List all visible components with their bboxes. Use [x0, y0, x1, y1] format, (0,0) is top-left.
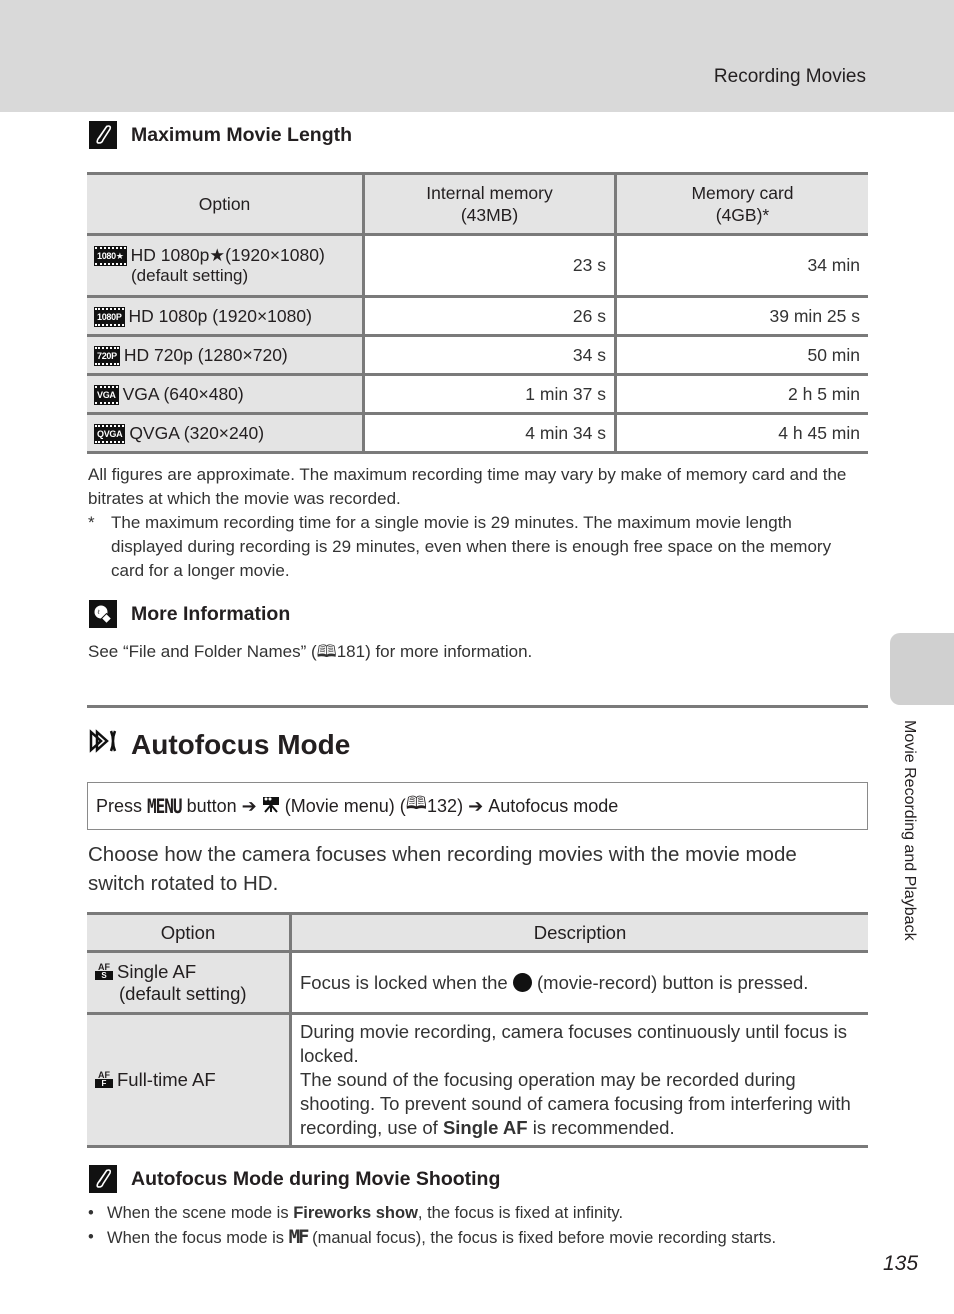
pencil-note-icon [89, 1165, 117, 1193]
table-header-row: Option Description [87, 912, 868, 953]
table-row: 1080★ HD 1080p★(1920×1080) (default setti… [87, 233, 868, 298]
book-icon: 🕮 [405, 793, 428, 813]
arrow-icon: ➔ [468, 795, 484, 816]
full-time-af-icon: AF F [95, 1071, 113, 1088]
internal-memory-value: 23 s [362, 233, 616, 298]
approximate-note: All figures are approximate. The maximum… [88, 465, 847, 508]
autofocus-table: Option Description AF S Single AF (default… [87, 912, 868, 1148]
header-description: Description [289, 912, 868, 953]
pencil-note-icon [89, 121, 117, 149]
af-movie-note-heading: Autofocus Mode during Movie Shooting [89, 1165, 500, 1193]
chapter-tab[interactable] [890, 633, 954, 705]
movie-camera-icon [262, 795, 280, 818]
menu-button-label: MENU [147, 794, 183, 818]
max-length-title: Maximum Movie Length [131, 123, 353, 146]
table-row: VGA VGA (640×480) 1 min 37 s 2 h 5 min [87, 373, 868, 415]
footnote-mark: * [88, 513, 95, 532]
lightbulb-icon: ℓ [89, 600, 117, 628]
svg-text:ℓ: ℓ [98, 609, 100, 616]
header-option: Option [87, 912, 291, 953]
option-cell: AF S Single AF (default setting) [87, 950, 291, 1015]
running-head: Recording Movies [713, 66, 866, 87]
footnote: * The maximum recording time for a singl… [88, 511, 868, 583]
table-row: 1080P HD 1080p (1920×1080) 26 s 39 min 25… [87, 295, 868, 337]
more-info-heading: ℓ More Information [89, 600, 290, 628]
internal-memory-value: 1 min 37 s [362, 373, 616, 415]
section-title: Autofocus Mode [89, 728, 350, 761]
internal-memory-value: 34 s [362, 334, 616, 376]
section-divider [87, 705, 868, 708]
page-number: 135 [883, 1252, 919, 1275]
autofocus-mode-icon [89, 728, 119, 761]
memory-card-value: 50 min [614, 334, 868, 376]
more-info-text: See “File and Folder Names” (🕮181) for m… [88, 642, 533, 661]
page-ref-link[interactable]: 181 [337, 642, 365, 661]
internal-memory-value: 4 min 34 s [362, 412, 616, 454]
option-cell: QVGA QVGA (320×240) [87, 412, 364, 454]
book-icon: 🕮 [316, 642, 337, 661]
page-ref-link[interactable]: 132 [427, 796, 457, 817]
af-movie-note-list: When the scene mode is Fireworks show, t… [88, 1202, 868, 1250]
movie-1080-star-icon: 1080★ [94, 246, 127, 266]
footnote-text: The maximum recording time for a single … [111, 513, 832, 580]
list-item: When the scene mode is Fireworks show, t… [88, 1202, 868, 1226]
max-length-table: Option Internal memory (43MB) Memory car… [87, 172, 868, 454]
description-cell: During movie recording, camera focuses c… [289, 1012, 868, 1148]
table-row: AF S Single AF (default setting) Focus is … [87, 950, 868, 1015]
single-af-icon: AF S [95, 962, 113, 980]
max-length-heading: Maximum Movie Length [89, 121, 352, 149]
internal-memory-value: 26 s [362, 295, 616, 337]
movie-qvga-icon: QVGA [93, 423, 126, 444]
memory-card-value: 39 min 25 s [614, 295, 868, 337]
memory-card-value: 34 min [614, 233, 868, 298]
movie-1080p-icon: 1080P [94, 306, 125, 327]
af-movie-note-title: Autofocus Mode during Movie Shooting [131, 1167, 501, 1190]
movie-720p-icon: 720P [94, 345, 120, 366]
option-cell: 720P HD 720p (1280×720) [87, 334, 364, 376]
manual-focus-icon: MF [288, 1225, 310, 1248]
option-cell: 1080P HD 1080p (1920×1080) [87, 295, 364, 337]
memory-card-value: 4 h 45 min [614, 412, 868, 454]
list-item: When the focus mode is MF (manual focus)… [88, 1226, 868, 1251]
table-header-row: Option Internal memory (43MB) Memory car… [87, 172, 868, 236]
header-option: Option [87, 172, 364, 236]
section-title-text: Autofocus Mode [131, 728, 351, 760]
header-band [0, 0, 954, 112]
table-row: AF F Full-time AF During movie recording, … [87, 1012, 868, 1148]
menu-path-box: Press MENU button ➔ (Movie menu) (🕮 132) … [87, 782, 868, 830]
option-cell: 1080★ HD 1080p★(1920×1080) (default setti… [87, 233, 364, 298]
table-row: 720P HD 720p (1280×720) 34 s 50 min [87, 334, 868, 376]
description-cell: Focus is locked when the (movie-record) … [289, 950, 868, 1015]
header-memory-card: Memory card (4GB)* [614, 172, 868, 236]
more-info-title: More Information [131, 602, 291, 625]
memory-card-value: 2 h 5 min [614, 373, 868, 415]
chapter-tab-label: Movie Recording and Playback [901, 720, 918, 941]
header-internal-memory: Internal memory (43MB) [362, 172, 616, 236]
section-intro: Choose how the camera focuses when recor… [88, 843, 797, 895]
option-cell: AF F Full-time AF [87, 1012, 291, 1148]
table-row: QVGA QVGA (320×240) 4 min 34 s 4 h 45 min [87, 412, 868, 454]
movie-vga-icon: VGA [94, 384, 119, 405]
arrow-icon: ➔ [241, 795, 257, 816]
movie-record-button-icon [512, 972, 532, 992]
option-cell: VGA VGA (640×480) [87, 373, 364, 415]
